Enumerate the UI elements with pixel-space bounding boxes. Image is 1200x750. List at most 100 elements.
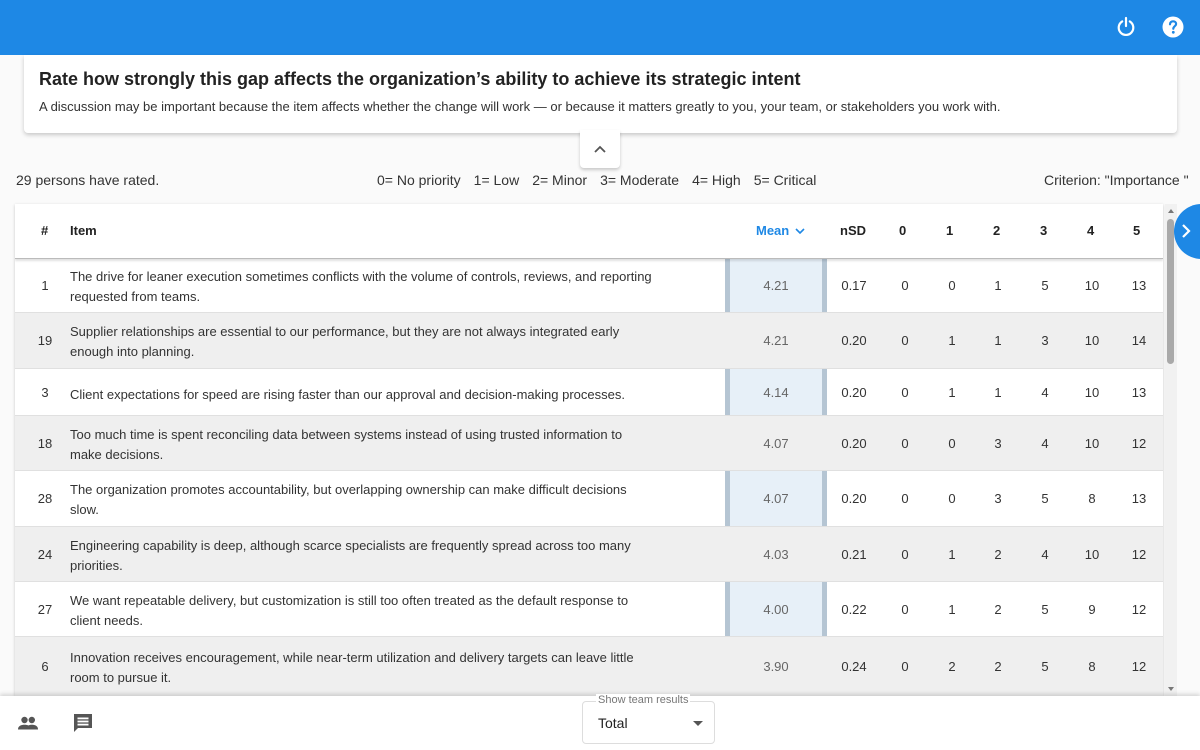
table-row[interactable]: 1 The drive for leaner execution sometime… [15,259,1163,313]
row-count-2: 1 [994,333,1002,348]
scroll-down-icon [1168,687,1174,691]
header-nsd[interactable]: nSD [840,223,866,238]
table-header: # Item Mean nSD 0 1 2 3 4 5 [15,204,1163,259]
row-number: 19 [37,333,53,348]
table-row[interactable]: 6 Innovation receives encouragement, whil… [15,637,1163,696]
table-scrollbar[interactable] [1165,204,1177,696]
row-count-0: 0 [901,602,909,617]
row-mean: 3.90 [763,659,789,674]
row-item-line: Too much time is spent reconciling data … [70,427,623,442]
row-mean: 4.21 [763,278,789,293]
row-nsd: 0.17 [841,278,867,293]
header-5[interactable]: 5 [1133,223,1140,238]
app-bar [0,0,1200,55]
row-count-2: 2 [994,602,1002,617]
row-count-1: 2 [948,659,956,674]
row-item-line: Engineering capability is deep, although… [70,538,631,553]
scroll-thumb[interactable] [1167,219,1174,364]
help-icon[interactable] [1161,15,1185,39]
row-nsd: 0.21 [841,547,867,562]
table-row[interactable]: 18 Too much time is spent reconciling dat… [15,416,1163,471]
header-mean[interactable]: Mean [756,223,805,238]
row-count-1: 1 [948,547,956,562]
row-count-5: 14 [1131,333,1147,348]
row-item-text: We want repeatable delivery, but customi… [70,591,720,630]
row-number: 27 [37,602,53,617]
sort-desc-icon [795,228,805,235]
row-number: 18 [37,436,53,451]
criterion-label: Criterion: "Importance " [1044,172,1189,188]
row-item-text: Engineering capability is deep, although… [70,536,720,575]
header-item[interactable]: Item [70,223,97,238]
row-count-2: 3 [994,436,1002,451]
next-panel-button[interactable] [1174,204,1200,259]
row-nsd: 0.20 [841,333,867,348]
results-table: # Item Mean nSD 0 1 2 3 4 5 1 The drive f… [15,204,1163,696]
row-count-1: 0 [948,278,956,293]
scale-1: 1= Low [473,172,520,188]
comment-icon[interactable] [72,712,94,734]
row-nsd: 0.20 [841,436,867,451]
header-2[interactable]: 2 [993,223,1000,238]
row-count-4: 8 [1088,659,1096,674]
row-count-1: 1 [948,385,956,400]
row-mean: 4.21 [763,333,789,348]
scale-3: 3= Moderate [600,172,680,188]
row-nsd: 0.20 [841,385,867,400]
header-0[interactable]: 0 [899,223,906,238]
row-item-text: Supplier relationships are essential to … [70,322,720,361]
question-card: Rate how strongly this gap affects the o… [24,55,1177,133]
row-item-line: The organization promotes accountability… [70,482,627,497]
row-item-line: requested from teams. [70,288,201,304]
table-row[interactable]: 28 The organization promotes accountabili… [15,471,1163,527]
row-number: 1 [41,278,49,293]
row-count-4: 10 [1084,385,1100,400]
row-count-0: 0 [901,659,909,674]
row-count-3: 5 [1041,602,1049,617]
row-item-line: client needs. [70,612,143,628]
row-number: 28 [37,491,53,506]
row-count-5: 13 [1131,278,1147,293]
row-item-line: enough into planning. [70,343,195,359]
header-3[interactable]: 3 [1040,223,1047,238]
header-1[interactable]: 1 [946,223,953,238]
people-icon[interactable] [17,712,39,734]
row-count-5: 12 [1131,547,1147,562]
row-number: 24 [37,547,53,562]
table-row[interactable]: 3 Client expectations for speed are risin… [15,369,1163,416]
row-item-text: Too much time is spent reconciling data … [70,425,720,464]
power-icon[interactable] [1114,15,1138,39]
row-mean: 4.14 [763,385,789,400]
dropdown-caret-icon [693,721,703,726]
row-count-2: 1 [994,385,1002,400]
bottom-bar: Show team results Total [0,694,1200,750]
header-number[interactable]: # [41,223,48,238]
table-row[interactable]: 19 Supplier relationships are essential t… [15,313,1163,369]
collapse-button[interactable] [580,130,620,168]
row-count-5: 12 [1131,602,1147,617]
row-item-line: Client expectations for speed are rising… [70,387,625,402]
row-count-1: 1 [948,333,956,348]
row-count-5: 13 [1131,491,1147,506]
rating-scale-legend: 0= No priority 1= Low 2= Minor 3= Moderate 4… [377,172,829,188]
row-item-line: Supplier relationships are essential to … [70,324,620,339]
row-item-line: slow. [70,501,99,517]
scroll-up-icon [1168,209,1174,213]
question-title: Rate how strongly this gap affects the o… [39,69,801,89]
scale-4: 4= High [692,172,741,188]
scale-2: 2= Minor [532,172,588,188]
table-row[interactable]: 27 We want repeatable delivery, but custo… [15,582,1163,637]
table-row[interactable]: 24 Engineering capability is deep, althou… [15,527,1163,582]
team-results-select[interactable]: Show team results Total [582,694,715,744]
team-results-label: Show team results [596,694,691,706]
row-count-3: 4 [1041,547,1049,562]
header-4[interactable]: 4 [1087,223,1094,238]
team-results-value: Total [598,715,628,731]
row-mean: 4.07 [763,436,789,451]
row-number: 6 [41,659,49,674]
row-count-4: 10 [1084,436,1100,451]
row-count-0: 0 [901,333,909,348]
row-count-0: 0 [901,436,909,451]
row-item-line: Innovation receives encouragement, while… [70,650,634,665]
row-count-4: 10 [1084,547,1100,562]
